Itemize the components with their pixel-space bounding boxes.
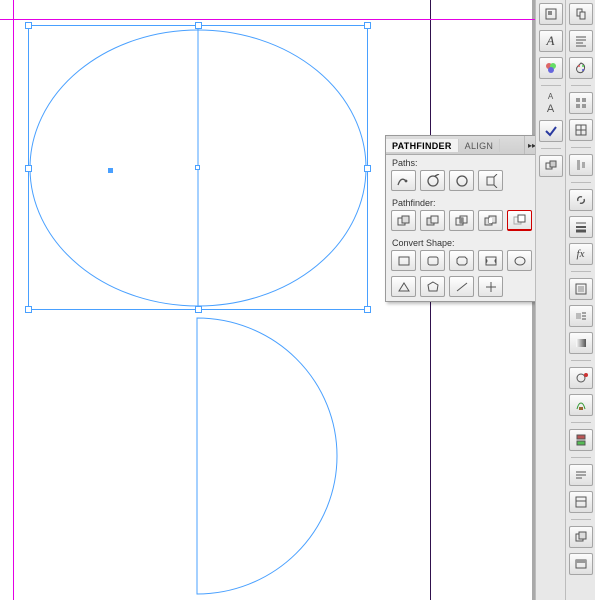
scripts-panel-icon[interactable] (569, 526, 593, 548)
dock-separator (541, 85, 561, 86)
color-panel-icon[interactable] (539, 57, 563, 79)
path-close-button[interactable] (449, 170, 474, 191)
convert-inverse-button[interactable] (478, 250, 503, 271)
convert-ellipse-button[interactable] (507, 250, 532, 271)
dock-separator (571, 85, 591, 86)
type-size-controls[interactable]: A A (541, 92, 561, 115)
dock-separator (571, 271, 591, 272)
convert-rectangle-button[interactable] (391, 250, 416, 271)
convert-orthogonal-button[interactable] (478, 276, 503, 297)
object-styles-icon[interactable] (569, 278, 593, 300)
panel-dock-right: fx (565, 0, 595, 600)
dock-separator (571, 422, 591, 423)
resize-handle-e[interactable] (364, 165, 371, 172)
stroke-panel-icon[interactable] (569, 216, 593, 238)
glyphs-panel-icon[interactable] (569, 367, 593, 389)
pathfinder-subtract-button[interactable] (420, 210, 445, 231)
layers-panel-icon[interactable] (569, 429, 593, 451)
resize-handle-n[interactable] (195, 22, 202, 29)
checkmark-icon[interactable] (539, 120, 563, 142)
pathfinder-intersect-button[interactable] (449, 210, 474, 231)
effects-panel-icon[interactable]: fx (569, 243, 593, 265)
section-pathfinder-label: Pathfinder: (386, 195, 539, 209)
character-panel-icon[interactable]: A (539, 30, 563, 52)
convert-line-button[interactable] (449, 276, 474, 297)
swatches-panel-icon[interactable] (569, 57, 593, 79)
path-open-button[interactable] (420, 170, 445, 191)
dock-separator (571, 182, 591, 183)
convert-rounded-button[interactable] (420, 250, 445, 271)
dock-separator (571, 519, 591, 520)
section-paths-label: Paths: (386, 155, 539, 169)
resize-handle-sw[interactable] (25, 306, 32, 313)
links-panel-icon[interactable] (569, 189, 593, 211)
path-join-button[interactable] (391, 170, 416, 191)
text-wrap-icon[interactable] (569, 305, 593, 327)
pages-panel-icon[interactable] (569, 3, 593, 25)
anchor-mid[interactable] (195, 165, 200, 170)
dock-separator (571, 457, 591, 458)
table-panel-icon[interactable] (569, 119, 593, 141)
section-convert-label: Convert Shape: (386, 235, 539, 249)
selection-center-point (108, 168, 113, 173)
pathfinder-exclude-button[interactable] (478, 210, 503, 231)
resize-handle-s[interactable] (195, 306, 202, 313)
dock-separator (571, 360, 591, 361)
resize-handle-nw[interactable] (25, 22, 32, 29)
resize-handle-w[interactable] (25, 165, 32, 172)
paths-row (386, 169, 539, 195)
gradient-panel-icon[interactable] (569, 332, 593, 354)
transform-panel-icon[interactable] (569, 92, 593, 114)
pathfinder-add-button[interactable] (391, 210, 416, 231)
selection-bounding-box[interactable] (28, 25, 368, 310)
convert-row-2 (386, 275, 539, 301)
panel-dock-left: A A A (535, 0, 565, 600)
path-reverse-button[interactable] (478, 170, 503, 191)
dock-separator (541, 148, 561, 149)
story-panel-icon[interactable] (569, 394, 593, 416)
library-panel-icon[interactable] (569, 553, 593, 575)
pathfinder-panel-icon[interactable] (539, 155, 563, 177)
half-ellipse-shape[interactable] (197, 318, 337, 594)
convert-beveled-button[interactable] (449, 250, 474, 271)
convert-polygon-button[interactable] (420, 276, 445, 297)
resize-handle-ne[interactable] (364, 22, 371, 29)
tags-panel-icon[interactable] (569, 491, 593, 513)
pathfinder-panel[interactable]: PATHFINDER ALIGN ▸▸ Paths: Pathfinder: (385, 135, 540, 302)
tab-pathfinder[interactable]: PATHFINDER (386, 139, 459, 152)
navigator-panel-icon[interactable] (539, 3, 563, 25)
convert-row-1 (386, 249, 539, 275)
align-panel-icon[interactable] (569, 154, 593, 176)
tab-align[interactable]: ALIGN (459, 139, 501, 152)
dock-separator (571, 147, 591, 148)
info-panel-icon[interactable] (569, 464, 593, 486)
convert-triangle-button[interactable] (391, 276, 416, 297)
pathfinder-row (386, 209, 539, 235)
panel-tabbar: PATHFINDER ALIGN ▸▸ (386, 136, 539, 155)
pathfinder-minusback-button[interactable] (507, 210, 532, 231)
resize-handle-se[interactable] (364, 306, 371, 313)
paragraph-panel-icon[interactable] (569, 30, 593, 52)
